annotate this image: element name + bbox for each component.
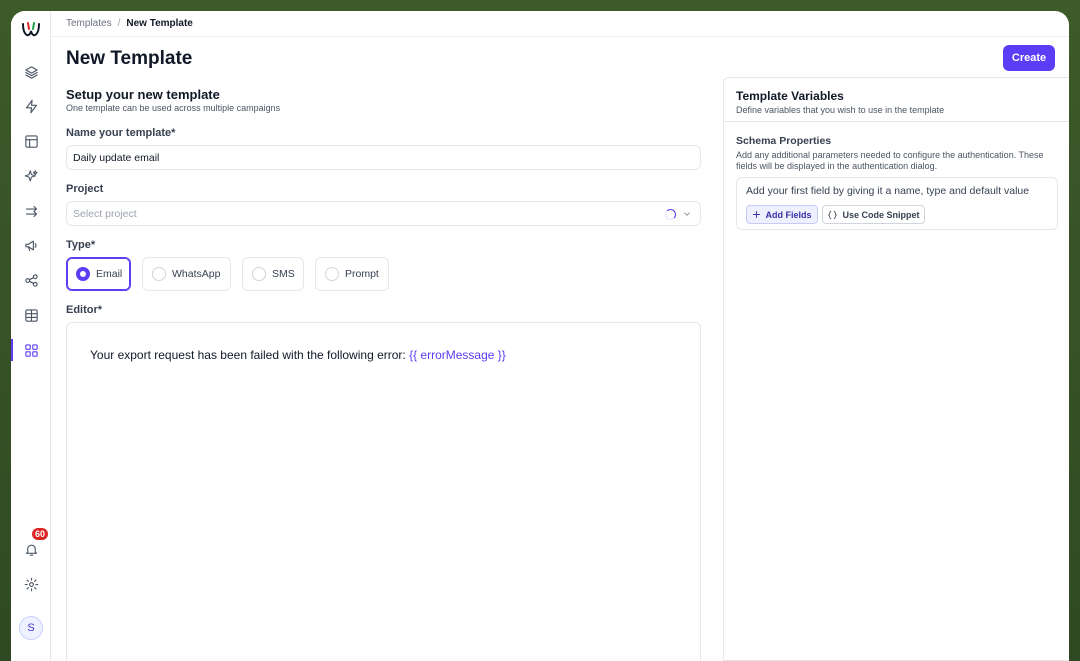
panel-subtitle: Define variables that you wish to use in… [736, 105, 945, 115]
add-fields-label: Add Fields [765, 209, 812, 220]
app-logo[interactable] [19, 19, 43, 43]
sidebar-item-ai[interactable] [11, 163, 51, 189]
sidebar-item-campaigns[interactable] [11, 232, 51, 258]
layers-icon [24, 65, 38, 79]
template-editor[interactable]: Your export request has been failed with… [66, 322, 701, 661]
settings-button[interactable] [11, 571, 51, 597]
template-variables-panel: Template Variables Define variables that… [723, 77, 1069, 661]
fields-empty-hint: Add your first field by giving it a name… [746, 185, 1030, 197]
table-icon [24, 308, 38, 322]
sidebar-item-layout[interactable] [11, 128, 51, 154]
gear-icon [24, 577, 38, 591]
editor-body-text: Your export request has been failed with… [90, 348, 410, 362]
breadcrumb: Templates / New Template [51, 11, 1069, 37]
share-icon [24, 273, 38, 287]
sidebar-item-tables[interactable] [11, 302, 51, 328]
schema-properties-title: Schema Properties [736, 135, 832, 147]
breadcrumb-separator: / [117, 18, 121, 29]
use-code-snippet-button[interactable]: Use Code Snippet [822, 205, 925, 224]
add-fields-button[interactable]: Add Fields [746, 205, 818, 224]
schema-properties-description: Add any additional parameters needed to … [736, 150, 1044, 171]
type-option-label: Prompt [345, 268, 379, 280]
create-button[interactable]: Create [1003, 45, 1055, 71]
type-option-label: WhatsApp [172, 268, 221, 280]
app-window: 60 S Templates / New Template New Templa… [11, 11, 1069, 661]
page-title: New Template [66, 48, 193, 69]
breadcrumb-templates-link[interactable]: Templates [66, 18, 112, 29]
type-option-whatsapp[interactable]: WhatsApp [142, 257, 231, 291]
sparkles-icon [24, 169, 38, 181]
bolt-icon [25, 99, 37, 113]
template-name-input[interactable]: Daily update email [66, 145, 701, 170]
editor-label: Editor* [66, 304, 103, 316]
type-option-label: SMS [272, 268, 295, 280]
type-option-sms[interactable]: SMS [242, 257, 304, 291]
editor-variable-token[interactable]: {{ errorMessage }} [409, 348, 506, 362]
template-name-label: Name your template* [66, 127, 176, 139]
type-option-prompt[interactable]: Prompt [315, 257, 389, 291]
notifications-button[interactable]: 60 [11, 527, 51, 562]
editor-content[interactable]: Your export request has been failed with… [90, 348, 506, 362]
project-label: Project [66, 183, 104, 195]
chevron-down-icon [682, 209, 692, 219]
bell-icon [25, 544, 37, 556]
sidebar-item-templates[interactable] [11, 337, 51, 363]
setup-subtitle: One template can be used across multiple… [66, 103, 281, 113]
project-select-placeholder: Select project [73, 207, 137, 220]
use-code-snippet-label: Use Code Snippet [842, 209, 920, 220]
sidebar-item-integrations[interactable] [11, 267, 51, 293]
panel-header: Template Variables Define variables that… [724, 78, 1069, 122]
radio-sms[interactable] [252, 267, 266, 281]
project-select[interactable]: Select project [66, 201, 701, 226]
loading-spinner-icon [665, 209, 676, 220]
grid-icon [24, 343, 38, 357]
panel-title: Template Variables [736, 89, 844, 103]
sidebar-item-flows[interactable] [11, 198, 51, 224]
setup-title: Setup your new template [66, 87, 220, 102]
schema-fields-box: Add your first field by giving it a name… [736, 177, 1058, 230]
layout-icon [24, 134, 38, 148]
breadcrumb-current: New Template [126, 18, 193, 29]
type-option-label: Email [96, 268, 123, 280]
sidebar-item-automations[interactable] [11, 93, 51, 119]
sidebar-item-layers[interactable] [11, 59, 51, 85]
arrows-icon [25, 205, 37, 217]
type-option-email[interactable]: Email [66, 257, 131, 291]
notification-badge: 60 [31, 527, 50, 541]
radio-prompt[interactable] [325, 267, 339, 281]
plus-icon [753, 211, 761, 218]
avatar[interactable]: S [19, 616, 43, 640]
sidebar: 60 S [11, 11, 51, 661]
megaphone-icon [24, 240, 37, 251]
code-braces-icon [828, 210, 838, 219]
type-label: Type* [66, 239, 96, 251]
radio-email[interactable] [76, 267, 90, 281]
radio-whatsapp[interactable] [152, 267, 166, 281]
